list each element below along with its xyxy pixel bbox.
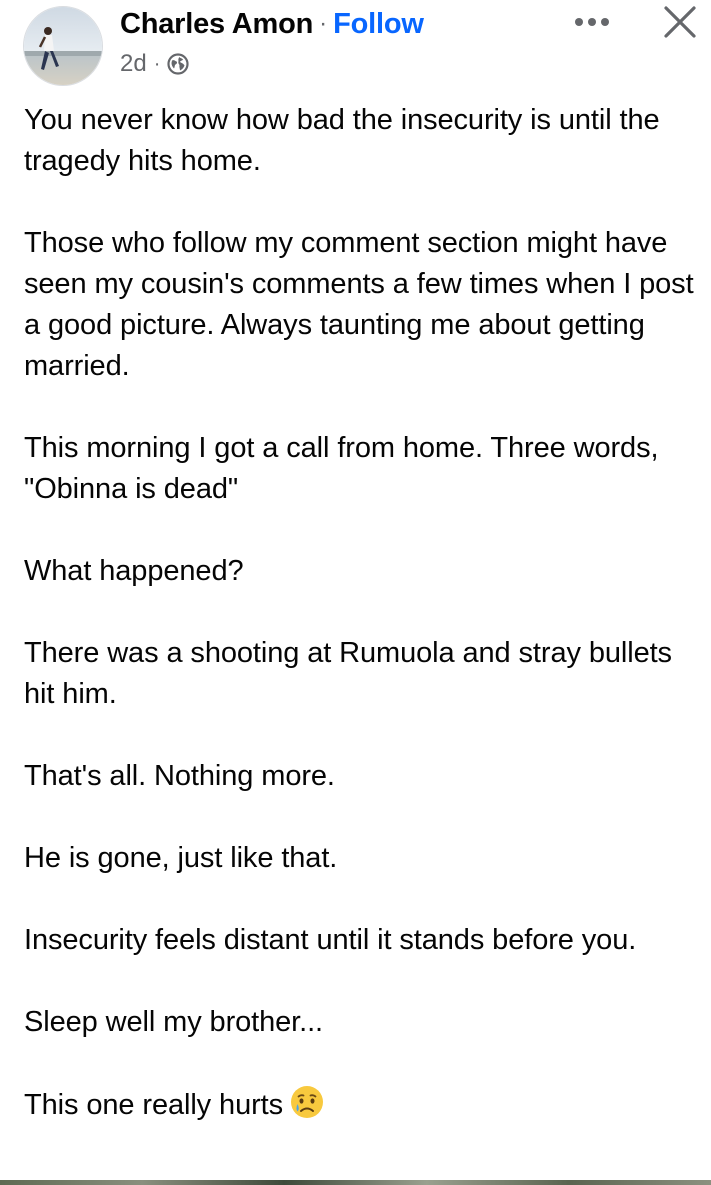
post-paragraph: You never know how bad the insecurity is… [24,104,660,177]
next-post-image-edge [0,1180,711,1185]
author-row: Charles Amon · Follow [120,4,424,44]
sad-but-relieved-face-emoji [289,1084,325,1120]
post-paragraph: That's all. Nothing more. [24,760,335,792]
post-paragraph: There was a shooting at Rumuola and stra… [24,637,672,710]
more-options-button[interactable] [566,2,618,42]
post-paragraph: Insecurity feels distant until it stands… [24,924,637,956]
post-header: Charles Amon · Follow 2d · [0,0,711,90]
post-timestamp[interactable]: 2d [120,50,147,78]
globe-icon [167,53,189,75]
post-meta: 2d · [120,48,189,80]
close-icon [664,6,696,38]
avatar[interactable] [23,6,103,86]
post-paragraph: What happened? [24,555,244,587]
post-paragraph: Sleep well my brother... [24,1006,324,1038]
more-horizontal-icon [575,18,609,26]
meta-separator: · [153,52,161,75]
follow-button[interactable]: Follow [333,8,424,41]
name-separator: · [319,10,328,37]
author-name[interactable]: Charles Amon [120,8,313,41]
post-paragraph-final: This one really hurts [24,1084,696,1126]
post-paragraph: Those who follow my comment section migh… [24,227,694,382]
post-paragraph: This morning I got a call from home. Thr… [24,432,659,505]
close-button[interactable] [656,0,704,44]
post-text: You never know how bad the insecurity is… [24,100,696,1126]
post-paragraph-final-text: This one really hurts [24,1089,284,1121]
post-paragraph: He is gone, just like that. [24,842,338,874]
